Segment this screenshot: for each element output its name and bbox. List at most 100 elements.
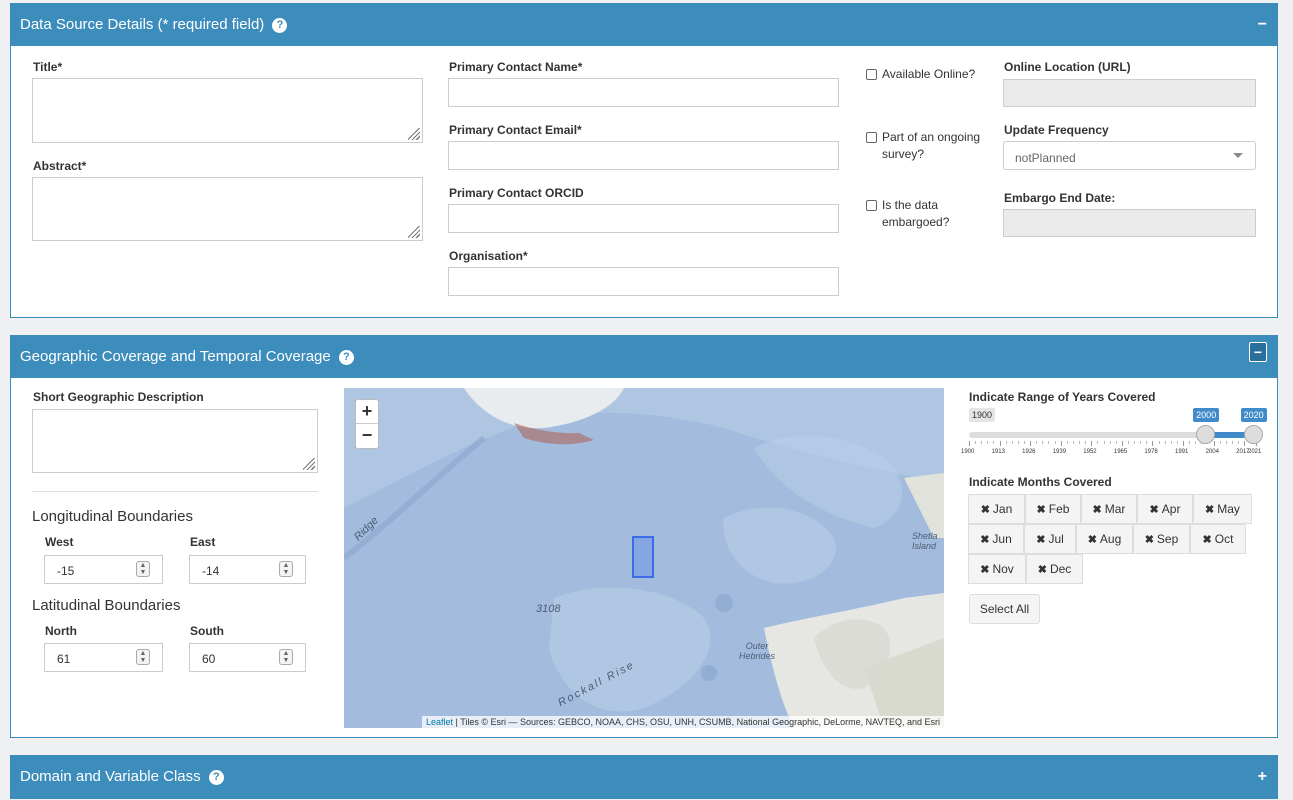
geo-panel: Geographic Coverage and Temporal Coverag… xyxy=(10,335,1278,738)
year-range-slider[interactable]: 1900 2000 2020 1900 1913 1926 1939 1952 1965 1… xyxy=(961,408,1267,461)
slider-minor-tick xyxy=(1042,441,1044,444)
month-oct-button[interactable]: ✖ Oct xyxy=(1190,524,1246,554)
slider-minor-tick xyxy=(1103,441,1105,444)
close-icon: ✖ xyxy=(1202,534,1212,546)
month-mar-button[interactable]: ✖ Mar xyxy=(1081,494,1137,524)
month-dec-button[interactable]: ✖ Dec xyxy=(1026,554,1083,584)
resize-grip-icon[interactable] xyxy=(408,226,420,238)
zoom-control: + − xyxy=(355,399,379,449)
slider-minor-tick xyxy=(1005,441,1007,444)
spinner-icon[interactable]: ▲ ▼ xyxy=(279,649,293,665)
abstract-textarea[interactable] xyxy=(32,177,423,241)
close-icon: ✖ xyxy=(980,504,990,516)
data-source-panel-header[interactable]: Data Source Details (* required field) ?… xyxy=(11,4,1277,46)
help-icon[interactable]: ? xyxy=(208,770,224,785)
west-input[interactable]: -15 ▲ ▼ xyxy=(44,555,163,584)
slider-tick-label: 1965 xyxy=(1113,449,1128,455)
month-may-button[interactable]: ✖ May xyxy=(1193,494,1252,524)
slider-grid: 1900 1913 1926 1939 1952 1965 1978 1991 2004 2017… xyxy=(961,441,1261,461)
slider-tick xyxy=(1213,441,1215,446)
embargo-end-input[interactable] xyxy=(1003,209,1256,237)
leaflet-link[interactable]: Leaflet xyxy=(426,717,453,727)
slider-tick-label: 1939 xyxy=(1052,449,1067,455)
contact-email-input[interactable] xyxy=(448,141,839,170)
month-jun-button[interactable]: ✖ Jun xyxy=(968,524,1024,554)
month-nov-button[interactable]: ✖ Nov xyxy=(968,554,1026,584)
slider-minor-tick xyxy=(993,441,995,444)
collapse-icon[interactable]: − xyxy=(1249,342,1267,362)
collapse-icon[interactable]: − xyxy=(1258,4,1267,46)
slider-minor-tick xyxy=(1048,441,1050,444)
spinner-icon[interactable]: ▲ ▼ xyxy=(136,561,150,577)
latitudinal-title: Latitudinal Boundaries xyxy=(32,597,181,614)
help-icon[interactable]: ? xyxy=(338,350,354,365)
short-geo-textarea[interactable] xyxy=(32,409,318,473)
slider-tick-label: 1900 xyxy=(961,449,975,455)
slider-tick-label: 1978 xyxy=(1144,449,1158,455)
slider-minor-tick xyxy=(1225,441,1227,444)
panel-title: Data Source Details (* required field) xyxy=(20,16,265,33)
month-sep-button[interactable]: ✖ Sep xyxy=(1133,524,1190,554)
map-tiles xyxy=(344,388,944,728)
geo-panel-header[interactable]: Geographic Coverage and Temporal Coverag… xyxy=(11,336,1277,378)
embargoed-label[interactable]: Is the data embargoed? xyxy=(882,197,977,231)
contact-orcid-input[interactable] xyxy=(448,204,839,233)
expand-icon[interactable]: + xyxy=(1258,756,1267,798)
month-label: Aug xyxy=(1099,532,1122,546)
slider-tick xyxy=(1091,441,1093,446)
online-location-input[interactable] xyxy=(1003,79,1256,107)
month-jul-button[interactable]: ✖ Jul xyxy=(1024,524,1076,554)
title-textarea[interactable] xyxy=(32,78,423,143)
close-icon: ✖ xyxy=(980,534,990,546)
east-input[interactable]: -14 ▲ ▼ xyxy=(189,555,306,584)
month-feb-button[interactable]: ✖ Feb xyxy=(1025,494,1081,524)
available-online-checkbox[interactable] xyxy=(866,69,877,80)
slider-minor-tick xyxy=(1195,441,1197,444)
resize-grip-icon[interactable] xyxy=(303,458,315,470)
embargoed-checkbox[interactable] xyxy=(866,200,877,211)
coverage-map[interactable]: Ridge 3108 Rockall Rise Outer Hebrides S… xyxy=(344,388,944,728)
longitudinal-title: Longitudinal Boundaries xyxy=(32,508,193,525)
close-icon: ✖ xyxy=(980,564,990,576)
spinner-icon[interactable]: ▲ ▼ xyxy=(279,561,293,577)
select-all-button[interactable]: Select All xyxy=(969,594,1040,624)
available-online-label[interactable]: Available Online? xyxy=(882,66,992,83)
zoom-in-button[interactable]: + xyxy=(356,400,378,424)
month-label: Jun xyxy=(992,532,1012,546)
south-input[interactable]: 60 ▲ ▼ xyxy=(189,643,306,672)
close-icon: ✖ xyxy=(1092,504,1102,516)
year-to-handle[interactable] xyxy=(1243,425,1263,444)
resize-grip-icon[interactable] xyxy=(408,128,420,140)
organisation-input[interactable] xyxy=(448,267,839,296)
spinner-icon[interactable]: ▲ ▼ xyxy=(136,649,150,665)
update-frequency-select[interactable]: notPlanned xyxy=(1003,141,1256,170)
slider-tick xyxy=(1152,441,1154,446)
month-aug-button[interactable]: ✖ Aug xyxy=(1076,524,1133,554)
slider-minor-tick xyxy=(1140,441,1142,444)
close-icon: ✖ xyxy=(1037,564,1047,576)
month-apr-button[interactable]: ✖ Apr xyxy=(1137,494,1193,524)
north-input[interactable]: 61 ▲ ▼ xyxy=(44,643,163,672)
slider-tick-label: 1991 xyxy=(1175,449,1189,455)
bounding-box[interactable] xyxy=(632,536,654,578)
month-jan-button[interactable]: ✖ Jan xyxy=(968,494,1025,524)
contact-name-input[interactable] xyxy=(448,78,839,107)
zoom-out-button[interactable]: − xyxy=(356,424,378,448)
contact-orcid-label: Primary Contact ORCID xyxy=(449,186,584,200)
short-geo-label: Short Geographic Description xyxy=(33,390,204,404)
east-label: East xyxy=(190,535,216,549)
help-icon[interactable]: ? xyxy=(272,18,288,33)
month-label: Nov xyxy=(992,562,1014,576)
year-min-badge: 1900 xyxy=(969,408,996,422)
hebrides-label: Outer Hebrides xyxy=(739,641,776,661)
title-label: Title* xyxy=(33,60,63,74)
domain-panel-header[interactable]: Domain and Variable Class ? + xyxy=(11,756,1277,798)
ongoing-survey-checkbox[interactable] xyxy=(866,132,877,143)
slider-tick xyxy=(1244,441,1246,446)
slider-tick xyxy=(1060,441,1062,446)
year-to-badge: 2020 xyxy=(1240,408,1267,422)
close-icon: ✖ xyxy=(1205,504,1215,516)
ongoing-survey-label[interactable]: Part of an ongoing survey? xyxy=(882,129,992,163)
abstract-label: Abstract* xyxy=(33,159,87,173)
slider-minor-tick xyxy=(987,441,989,444)
